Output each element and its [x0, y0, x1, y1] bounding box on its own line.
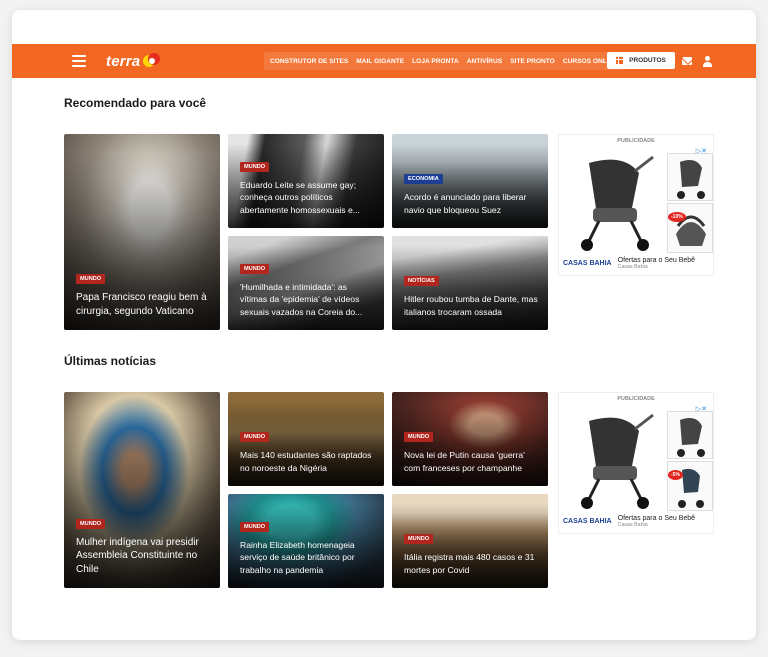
stroller-image: [581, 413, 654, 509]
news-headline: Acordo é anunciado para liberar navio qu…: [404, 192, 527, 215]
top-navigation-bar: terra CONSTRUTOR DE SITES MAIL GIGANTE L…: [12, 44, 756, 78]
stroller-image: [581, 155, 654, 251]
ad-image: ▷✕ -5%: [563, 405, 713, 511]
mail-icon[interactable]: [682, 57, 692, 65]
category-badge: MUNDO: [240, 161, 270, 172]
stroller-thumb-image: [667, 411, 713, 459]
stroller-thumb-image: -5%: [667, 461, 713, 511]
services-nav: CONSTRUTOR DE SITES MAIL GIGANTE LOJA PR…: [264, 52, 624, 70]
ad-title: Ofertas para o Seu Bebê: [617, 257, 696, 264]
nav-link-loja-pronta[interactable]: LOJA PRONTA: [412, 58, 459, 65]
browser-window: terra CONSTRUTOR DE SITES MAIL GIGANTE L…: [12, 10, 756, 640]
news-card-italia-covid[interactable]: MUNDO Itália registra mais 480 casos e 3…: [392, 494, 548, 588]
news-card-coreia[interactable]: MUNDO 'Humilhada e intimidada': as vítim…: [228, 236, 384, 330]
category-badge: MUNDO: [76, 518, 106, 529]
news-card-putin[interactable]: MUNDO Nova lei de Putin causa 'guerra' c…: [392, 392, 548, 486]
news-headline: Mulher indígena vai presidir Assembleia …: [76, 536, 199, 575]
advertisement[interactable]: PUBLICIDADE ▷✕ -5% CASAS BAHIA Ofertas p…: [558, 392, 714, 534]
discount-badge: -5%: [668, 470, 683, 480]
category-badge: MUNDO: [404, 534, 434, 544]
news-card-eduardo-leite[interactable]: MUNDO Eduardo Leite se assume gay; conhe…: [228, 134, 384, 228]
news-headline: Itália registra mais 480 casos e 31 mort…: [404, 552, 535, 575]
category-badge: NOTÍCIAS: [404, 276, 439, 286]
ad-label: PUBLICIDADE: [617, 396, 655, 402]
news-card-suez[interactable]: ECONOMIA Acordo é anunciado para liberar…: [392, 134, 548, 228]
news-card-dante[interactable]: NOTÍCIAS Hitler roubou tumba de Dante, m…: [392, 236, 548, 330]
nav-link-antivirus[interactable]: ANTIVÍRUS: [467, 58, 503, 65]
terra-logo[interactable]: terra: [106, 52, 161, 70]
news-card-papa-francisco[interactable]: MUNDO Papa Francisco reagiu bem à cirurg…: [64, 134, 220, 330]
category-badge: MUNDO: [240, 432, 270, 442]
ad-image: ▷✕ -10%: [563, 147, 713, 253]
nav-link-site-pronto[interactable]: SITE PRONTO: [510, 58, 555, 65]
category-badge: ECONOMIA: [404, 174, 443, 184]
produtos-button[interactable]: PRODUTOS: [607, 52, 675, 69]
ad-subtitle: Casas Bahia: [617, 522, 648, 528]
logo-mark-icon: [143, 53, 161, 69]
news-headline: 'Humilhada e intimidada': as vítimas da …: [240, 281, 363, 317]
casas-bahia-logo: CASAS BAHIA: [563, 260, 612, 267]
car-seat-thumb-image: -10%: [667, 203, 713, 253]
news-headline: Eduardo Leite se assume gay; conheça out…: [240, 179, 360, 215]
news-card-nigeria[interactable]: MUNDO Mais 140 estudantes são raptados n…: [228, 392, 384, 486]
category-badge: MUNDO: [404, 432, 434, 442]
grid-icon: [616, 57, 624, 64]
news-headline: Mais 140 estudantes são raptados no noro…: [240, 450, 372, 473]
produtos-label: PRODUTOS: [629, 57, 666, 64]
news-card-mulher-indigena[interactable]: MUNDO Mulher indígena vai presidir Assem…: [64, 392, 220, 588]
category-badge: MUNDO: [240, 521, 270, 532]
news-headline: Papa Francisco reagiu bem à cirurgia, se…: [76, 292, 207, 317]
ad-label: PUBLICIDADE: [617, 138, 655, 144]
nav-link-mail-gigante[interactable]: MAIL GIGANTE: [356, 58, 404, 65]
news-card-rainha-elizabeth[interactable]: MUNDO Rainha Elizabeth homenageia serviç…: [228, 494, 384, 588]
casas-bahia-logo: CASAS BAHIA: [563, 518, 612, 525]
stroller-thumb-image: [667, 153, 713, 201]
news-headline: Nova lei de Putin causa 'guerra' com fra…: [404, 450, 525, 473]
advertisement[interactable]: PUBLICIDADE ▷✕ -10% CASAS BAHIA Ofertas …: [558, 134, 714, 276]
category-badge: MUNDO: [240, 263, 270, 274]
menu-icon[interactable]: [72, 55, 86, 67]
section-title-recomendado: Recomendado para você: [64, 96, 207, 110]
section-title-ultimas-noticias: Últimas notícias: [64, 354, 157, 368]
ad-title: Ofertas para o Seu Bebê: [617, 515, 696, 522]
discount-badge: -10%: [668, 212, 686, 222]
ad-subtitle: Casas Bahia: [617, 264, 648, 270]
nav-link-construtor-de-sites[interactable]: CONSTRUTOR DE SITES: [270, 58, 348, 65]
news-headline: Rainha Elizabeth homenageia serviço de s…: [240, 539, 355, 575]
user-icon[interactable]: [702, 56, 712, 67]
category-badge: MUNDO: [76, 274, 106, 284]
logo-text: terra: [106, 52, 141, 70]
news-headline: Hitler roubou tumba de Dante, mas italia…: [404, 294, 538, 317]
